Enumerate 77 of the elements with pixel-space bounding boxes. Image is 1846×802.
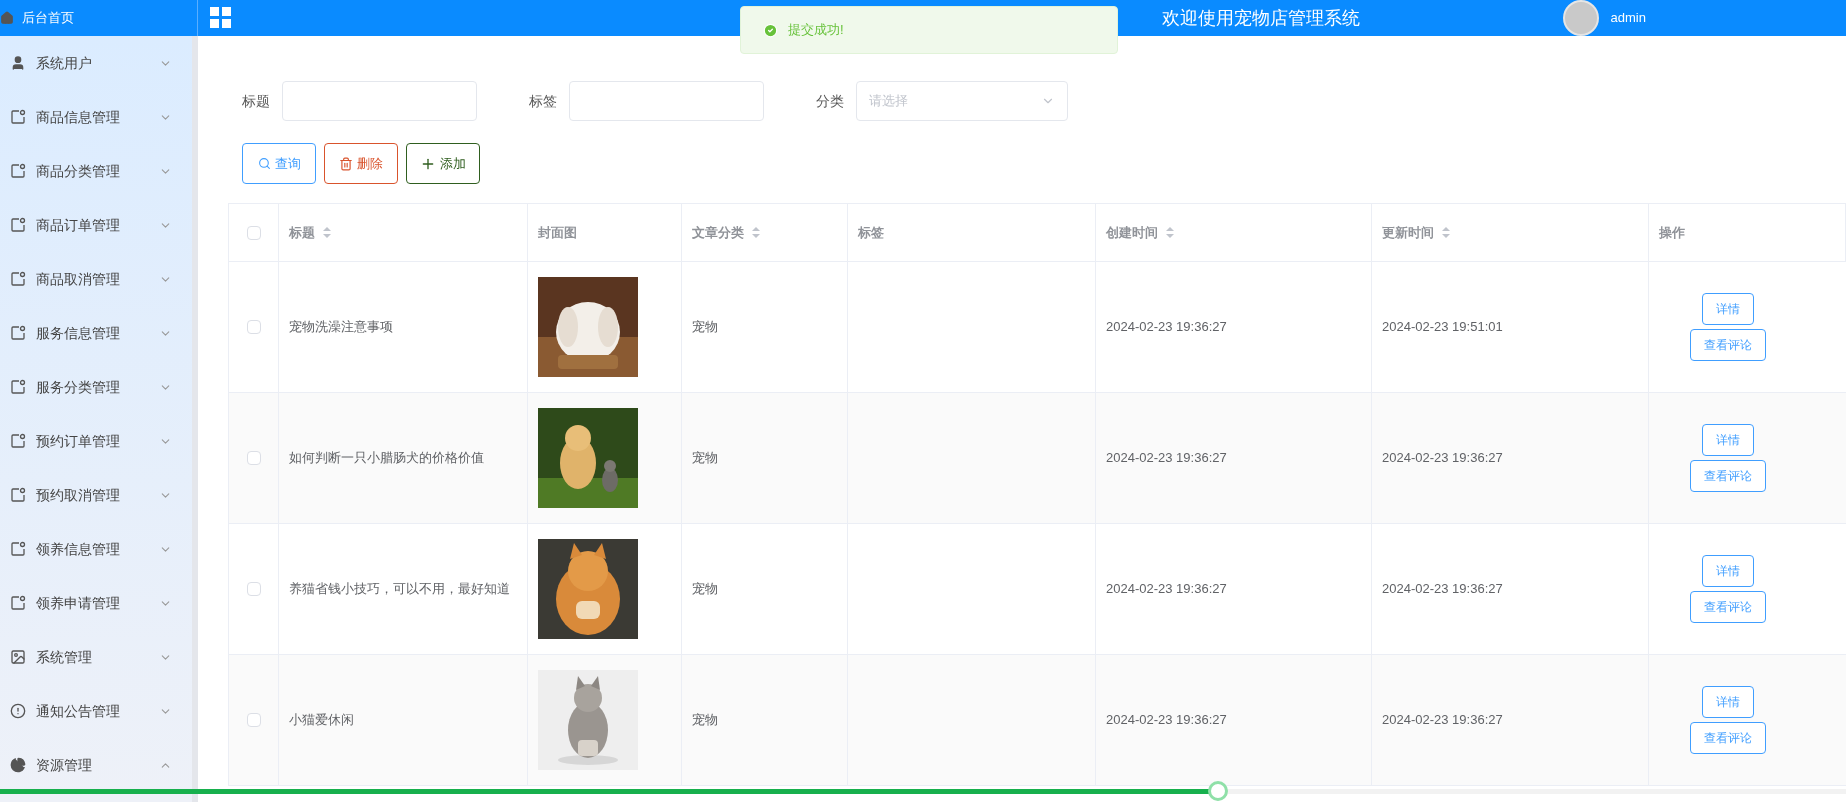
table-cell-text: 宠物洗澡注意事项 bbox=[289, 318, 393, 336]
sidebar-item[interactable]: 商品订单管理 bbox=[0, 198, 192, 252]
sidebar-item[interactable]: 领养申请管理 bbox=[0, 576, 192, 630]
text-field[interactable] bbox=[569, 81, 764, 121]
note-icon bbox=[10, 487, 26, 503]
toast: 提交成功! bbox=[740, 6, 1118, 54]
table-cell-text: 宠物 bbox=[692, 318, 718, 337]
note-icon bbox=[10, 433, 26, 449]
note-icon bbox=[10, 163, 26, 179]
sidebar-item[interactable]: 服务信息管理 bbox=[0, 306, 192, 360]
user-icon bbox=[10, 55, 26, 71]
note-icon bbox=[10, 271, 26, 287]
sidebar-item[interactable]: 商品分类管理 bbox=[0, 144, 192, 198]
sidebar-item[interactable]: 领养信息管理 bbox=[0, 522, 192, 576]
search-icon bbox=[257, 157, 271, 170]
sort-icon[interactable] bbox=[1166, 227, 1174, 238]
table-cell-text: 2024-02-23 19:36:27 bbox=[1382, 449, 1503, 468]
trash-icon bbox=[339, 156, 353, 171]
note-icon bbox=[10, 541, 26, 557]
table-cell-text: 宠物 bbox=[692, 449, 718, 468]
progress-track[interactable] bbox=[0, 789, 1846, 794]
sidebar-item[interactable]: 通知公告管理 bbox=[0, 684, 192, 738]
image-icon bbox=[10, 649, 26, 665]
checkbox[interactable] bbox=[246, 713, 261, 727]
sidebar-item[interactable]: 预约订单管理 bbox=[0, 414, 192, 468]
table-cell-text: 2024-02-23 19:36:27 bbox=[1382, 580, 1503, 599]
sidebar-item[interactable]: 资源管理 bbox=[0, 738, 192, 792]
system-title: 欢迎使用宠物店管理系统 bbox=[1162, 6, 1360, 30]
note-icon bbox=[10, 217, 26, 233]
sidebar-item[interactable]: 商品信息管理 bbox=[0, 90, 192, 144]
grid-icon[interactable] bbox=[210, 7, 232, 29]
home-icon[interactable] bbox=[0, 11, 14, 25]
note-icon bbox=[10, 379, 26, 395]
filter-label: 标签 bbox=[529, 91, 557, 111]
checkbox[interactable] bbox=[246, 320, 261, 334]
note-icon bbox=[10, 109, 26, 125]
note-icon bbox=[10, 325, 26, 341]
column-header: 封面图 bbox=[538, 223, 577, 242]
column-header: 创建时间 bbox=[1106, 223, 1158, 242]
slider-thumb[interactable] bbox=[1208, 781, 1229, 801]
sidebar-item[interactable]: 预约取消管理 bbox=[0, 468, 192, 522]
table-cell-text: 宠物 bbox=[692, 580, 718, 599]
column-header: 更新时间 bbox=[1382, 223, 1434, 242]
filter-label: 分类 bbox=[816, 91, 844, 111]
sort-icon[interactable] bbox=[323, 227, 331, 238]
column-header: 操作 bbox=[1659, 223, 1685, 242]
alert-icon bbox=[10, 703, 26, 719]
table-cell-text: 宠物 bbox=[692, 711, 718, 730]
column-header: 文章分类 bbox=[692, 223, 744, 242]
table-cell-text: 2024-02-23 19:36:27 bbox=[1382, 711, 1503, 730]
sort-icon[interactable] bbox=[1442, 227, 1450, 238]
table-cell-text: 养猫省钱小技巧，可以不用，最好知道 bbox=[289, 580, 510, 598]
table-cell-text: 2024-02-23 19:36:27 bbox=[1106, 318, 1227, 337]
table-cell-text: 2024-02-23 19:51:01 bbox=[1382, 318, 1503, 337]
table-cell-text: 2024-02-23 19:36:27 bbox=[1106, 711, 1227, 730]
avatar[interactable] bbox=[1562, 0, 1599, 36]
action-button[interactable]: 添加 bbox=[406, 143, 480, 184]
checkbox[interactable] bbox=[246, 451, 261, 465]
column-header: 标签 bbox=[858, 223, 884, 242]
sort-icon[interactable] bbox=[752, 227, 760, 238]
column-header: 标题 bbox=[289, 223, 315, 242]
action-button[interactable]: 删除 bbox=[324, 143, 398, 184]
table-cell-text: 2024-02-23 19:36:27 bbox=[1106, 580, 1227, 599]
sidebar-item[interactable]: 服务分类管理 bbox=[0, 360, 192, 414]
checkbox[interactable] bbox=[246, 225, 261, 240]
check-icon bbox=[763, 22, 778, 38]
table-cell-text: 如何判断一只小腊肠犬的价格价值 bbox=[289, 449, 484, 467]
table-cell-text: 2024-02-23 19:36:27 bbox=[1106, 449, 1227, 468]
table-cell-text: 小猫爱休闲 bbox=[289, 711, 354, 729]
note-icon bbox=[10, 595, 26, 611]
filter-label: 标题 bbox=[242, 91, 270, 111]
sidebar-item[interactable]: 商品取消管理 bbox=[0, 252, 192, 306]
pie-chart-icon bbox=[10, 757, 26, 773]
sidebar-item[interactable]: 系统用户 bbox=[0, 36, 192, 90]
checkbox[interactable] bbox=[246, 582, 261, 596]
text-field[interactable] bbox=[282, 81, 477, 121]
sidebar-item[interactable]: 系统管理 bbox=[0, 630, 192, 684]
